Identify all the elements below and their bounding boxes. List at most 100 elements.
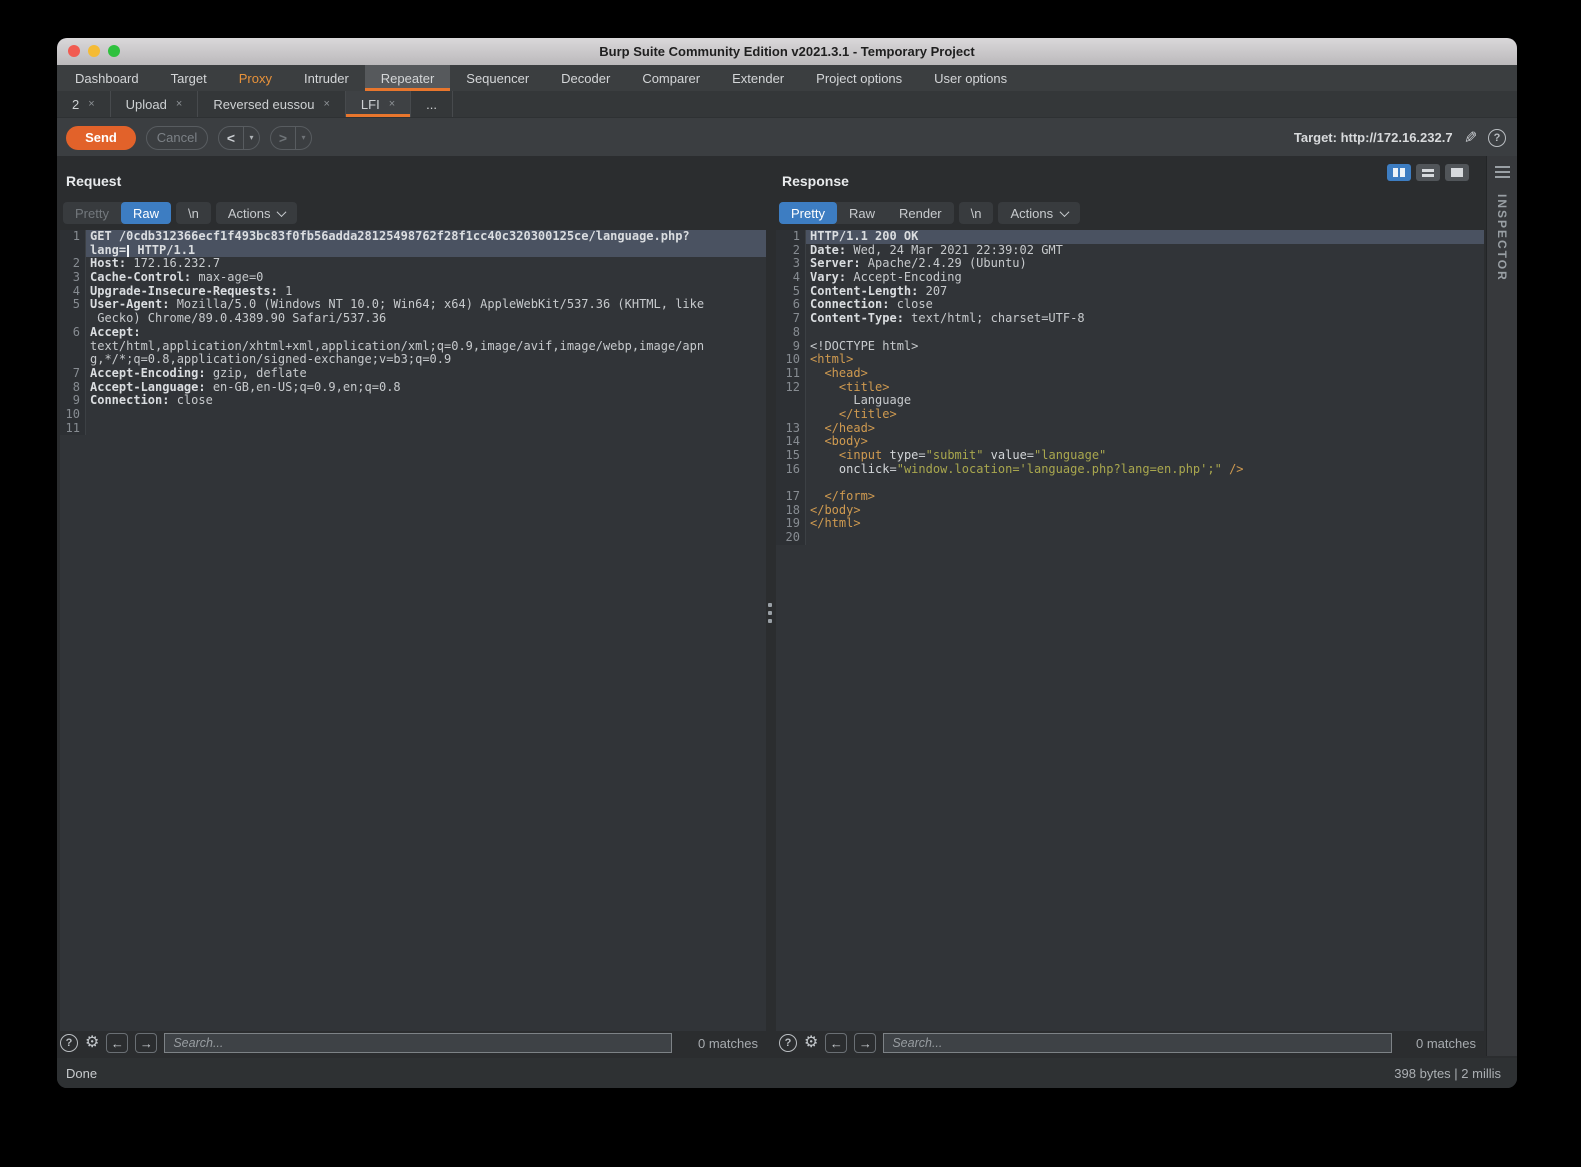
next-request-button[interactable]: > ▾ bbox=[270, 126, 312, 150]
editor-row: 15 <input type="submit" value="language" bbox=[776, 449, 1484, 463]
search-settings-gear-icon[interactable]: ⚙ bbox=[85, 1035, 99, 1051]
view-tab-raw[interactable]: Raw bbox=[837, 202, 887, 224]
inspector-sidebar[interactable]: INSPECTOR bbox=[1486, 156, 1517, 1056]
repeater-tab-2[interactable]: 2× bbox=[57, 91, 111, 117]
editor-row: 11 <head> bbox=[776, 367, 1484, 381]
menu-item-user-options[interactable]: User options bbox=[918, 65, 1023, 91]
response-editor[interactable]: 1HTTP/1.1 200 OK2Date: Wed, 24 Mar 2021 … bbox=[776, 230, 1484, 1031]
chevron-down-icon bbox=[1060, 207, 1070, 217]
repeater-tab-upload[interactable]: Upload× bbox=[111, 91, 199, 117]
line-number: 6 bbox=[776, 298, 806, 312]
view-tab-pretty[interactable]: Pretty bbox=[779, 202, 837, 224]
cancel-button[interactable]: Cancel bbox=[146, 126, 208, 150]
editor-row: 8 bbox=[776, 326, 1484, 340]
close-tab-icon[interactable]: × bbox=[176, 98, 182, 110]
inspector-label: INSPECTOR bbox=[1495, 194, 1509, 282]
menu-item-decoder[interactable]: Decoder bbox=[545, 65, 626, 91]
line-number: 2 bbox=[60, 257, 86, 271]
editor-row: 17 </form> bbox=[776, 490, 1484, 504]
code-line: HTTP/1.1 200 OK bbox=[806, 230, 1484, 244]
menu-item-intruder[interactable]: Intruder bbox=[288, 65, 365, 91]
code-line: </html> bbox=[806, 517, 1484, 531]
editor-row: 2Host: 172.16.232.7 bbox=[60, 257, 766, 271]
burp-window: Burp Suite Community Edition v2021.3.1 -… bbox=[57, 38, 1517, 1088]
code-line: User-Agent: Mozilla/5.0 (Windows NT 10.0… bbox=[86, 298, 766, 312]
request-editor[interactable]: 1GET /0cdb312366ecf1f493bc83f0fb56adda28… bbox=[60, 230, 766, 1031]
response-search-input[interactable] bbox=[883, 1033, 1392, 1053]
search-previous-button[interactable]: ← bbox=[825, 1033, 847, 1053]
send-button[interactable]: Send bbox=[66, 126, 136, 150]
view-tab-n[interactable]: \n bbox=[959, 202, 994, 224]
search-settings-gear-icon[interactable]: ⚙ bbox=[804, 1035, 818, 1051]
line-number: 8 bbox=[60, 381, 86, 395]
code-line: GET /0cdb312366ecf1f493bc83f0fb56adda281… bbox=[86, 230, 766, 244]
line-number: 1 bbox=[60, 230, 86, 244]
repeater-tab-item[interactable]: ... bbox=[411, 91, 453, 117]
search-help-icon[interactable]: ? bbox=[60, 1034, 78, 1052]
editor-row: 10 bbox=[60, 408, 766, 422]
line-number: 12 bbox=[776, 381, 806, 395]
code-line: Vary: Accept-Encoding bbox=[806, 271, 1484, 285]
repeater-tab-lfi[interactable]: LFI× bbox=[346, 91, 411, 117]
line-number: 20 bbox=[776, 531, 806, 545]
panel-splitter-handle[interactable] bbox=[768, 603, 772, 623]
view-tab-actions[interactable]: Actions bbox=[216, 202, 298, 224]
previous-request-button[interactable]: < ▾ bbox=[218, 126, 260, 150]
inspector-menu-icon[interactable] bbox=[1495, 166, 1510, 178]
view-tab-group: PrettyRawRender bbox=[779, 202, 954, 224]
menu-item-project-options[interactable]: Project options bbox=[800, 65, 918, 91]
zoom-window-button[interactable] bbox=[108, 45, 120, 57]
editor-row: Language bbox=[776, 394, 1484, 408]
line-number: 7 bbox=[776, 312, 806, 326]
menu-item-target[interactable]: Target bbox=[155, 65, 223, 91]
line-number: 19 bbox=[776, 517, 806, 531]
line-number bbox=[776, 408, 806, 422]
close-window-button[interactable] bbox=[68, 45, 80, 57]
stacked-view-button[interactable] bbox=[1416, 164, 1440, 181]
rows-icon bbox=[1422, 169, 1434, 177]
layout-view-buttons bbox=[1387, 164, 1469, 181]
single-pane-icon bbox=[1451, 168, 1463, 177]
view-tab-raw[interactable]: Raw bbox=[121, 202, 171, 224]
code-line: Cache-Control: max-age=0 bbox=[86, 271, 766, 285]
view-tab-pretty[interactable]: Pretty bbox=[63, 202, 121, 224]
close-tab-icon[interactable]: × bbox=[389, 98, 395, 110]
code-line: Content-Type: text/html; charset=UTF-8 bbox=[806, 312, 1484, 326]
help-icon[interactable]: ? bbox=[1488, 129, 1506, 147]
menu-item-repeater[interactable]: Repeater bbox=[365, 65, 450, 91]
search-next-button[interactable]: → bbox=[135, 1033, 157, 1053]
tab-label: Reversed eussou bbox=[213, 97, 314, 112]
line-number: 16 bbox=[776, 463, 806, 477]
view-tab-group: \n bbox=[959, 202, 994, 224]
side-by-side-view-button[interactable] bbox=[1387, 164, 1411, 181]
previous-dropdown-icon[interactable]: ▾ bbox=[243, 127, 259, 149]
response-metrics: 398 bytes | 2 millis bbox=[1394, 1066, 1501, 1081]
edit-target-icon[interactable]: ✎ bbox=[1464, 128, 1477, 148]
minimize-window-button[interactable] bbox=[88, 45, 100, 57]
menu-item-extender[interactable]: Extender bbox=[716, 65, 800, 91]
menu-item-dashboard[interactable]: Dashboard bbox=[59, 65, 155, 91]
request-search-input[interactable] bbox=[164, 1033, 672, 1053]
menu-item-sequencer[interactable]: Sequencer bbox=[450, 65, 545, 91]
editor-row: 5Content-Length: 207 bbox=[776, 285, 1484, 299]
code-line: <html> bbox=[806, 353, 1484, 367]
search-help-icon[interactable]: ? bbox=[779, 1034, 797, 1052]
editor-row: </title> bbox=[776, 408, 1484, 422]
close-tab-icon[interactable]: × bbox=[88, 98, 94, 110]
single-view-button[interactable] bbox=[1445, 164, 1469, 181]
view-tab-actions[interactable]: Actions bbox=[998, 202, 1080, 224]
next-dropdown-icon[interactable]: ▾ bbox=[295, 127, 311, 149]
tab-label: ... bbox=[426, 97, 437, 112]
code-line: Server: Apache/2.4.29 (Ubuntu) bbox=[806, 257, 1484, 271]
menu-item-comparer[interactable]: Comparer bbox=[626, 65, 716, 91]
view-tab-n[interactable]: \n bbox=[176, 202, 211, 224]
search-next-button[interactable]: → bbox=[854, 1033, 876, 1053]
search-previous-button[interactable]: ← bbox=[106, 1033, 128, 1053]
menu-item-proxy[interactable]: Proxy bbox=[223, 65, 288, 91]
line-number: 3 bbox=[60, 271, 86, 285]
repeater-tab-reversed-eussou[interactable]: Reversed eussou × bbox=[198, 91, 346, 117]
close-tab-icon[interactable]: × bbox=[323, 98, 329, 110]
code-line: Connection: close bbox=[86, 394, 766, 408]
view-tab-render[interactable]: Render bbox=[887, 202, 954, 224]
line-number bbox=[60, 353, 86, 367]
